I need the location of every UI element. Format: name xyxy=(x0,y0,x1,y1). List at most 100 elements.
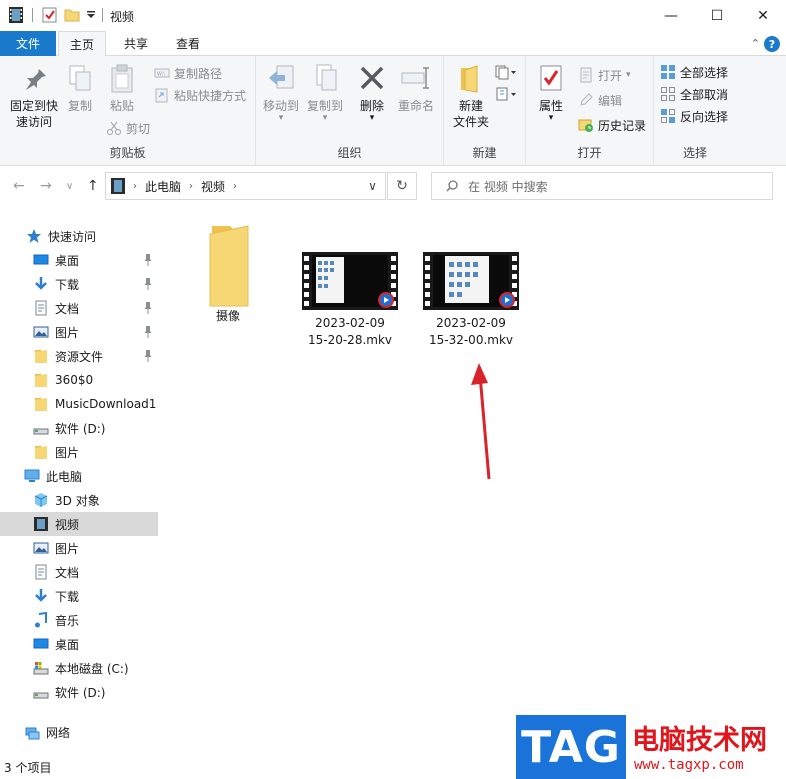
customize-toolbar-dropdown-icon[interactable] xyxy=(86,11,96,19)
nav-quick-access-item[interactable]: 360$0 xyxy=(0,368,158,392)
nav-item-label: 软件 (D:) xyxy=(55,685,106,700)
nav-this-pc-item[interactable]: 桌面 xyxy=(0,632,158,656)
video-file-name-time: 15-20-28.mkv xyxy=(307,333,393,347)
edit-icon xyxy=(580,93,593,106)
close-button[interactable]: ✕ xyxy=(740,0,786,31)
delete-button[interactable]: 删除 ▾ xyxy=(354,62,390,123)
paste-button[interactable]: 粘贴 xyxy=(104,62,140,114)
ribbon-collapse-icon[interactable]: ⌃ xyxy=(751,37,760,50)
edit-button[interactable]: 编辑 xyxy=(578,90,622,110)
folder-icon xyxy=(35,350,47,363)
network-icon xyxy=(25,727,40,740)
tab-file[interactable]: 文件 xyxy=(0,31,56,56)
back-arrow-icon[interactable]: ← xyxy=(13,178,25,194)
system-drive-icon xyxy=(33,662,49,675)
organize-group: 移动到 ▾ 复制到 ▾ 删除 ▾ 重命名 组织 xyxy=(256,56,444,166)
watermark-url: www.tagxp.com xyxy=(634,757,744,773)
folder-name: 摄像 xyxy=(215,309,240,323)
nav-this-pc-item[interactable]: 下载 xyxy=(0,584,158,608)
ribbon-tabs: 文件 主页 共享 查看 ⌃ ? xyxy=(0,31,786,57)
nav-this-pc-item[interactable]: 3D 对象 xyxy=(0,488,158,512)
nav-this-pc-item[interactable]: 视频 xyxy=(0,512,158,536)
folder-icon xyxy=(209,225,249,307)
rename-button[interactable]: 重命名 xyxy=(394,62,438,114)
new-item-icon[interactable] xyxy=(494,64,518,80)
nav-this-pc[interactable]: 此电脑 xyxy=(0,464,158,488)
video-location-icon xyxy=(111,178,125,194)
properties-quick-icon[interactable] xyxy=(42,7,58,23)
nav-this-pc-item[interactable]: 本地磁盘 (C:) xyxy=(0,656,158,680)
nav-item-label: 图片 xyxy=(55,445,80,460)
invert-selection-icon xyxy=(661,109,675,123)
rename-icon xyxy=(401,67,429,89)
copy-path-button[interactable]: W:\ 复制路径 xyxy=(154,63,222,83)
nav-this-pc-item[interactable]: 文档 xyxy=(0,560,158,584)
properties-icon xyxy=(540,65,562,91)
nav-item-label: 本地磁盘 (C:) xyxy=(55,661,129,676)
nav-quick-access-item[interactable]: MusicDownload1 xyxy=(0,392,158,416)
copy-to-icon xyxy=(316,64,337,91)
copy-to-button[interactable]: 复制到 ▾ xyxy=(304,62,346,123)
address-history-dropdown-icon[interactable]: ∨ xyxy=(359,172,386,200)
paste-shortcut-button[interactable]: 粘贴快捷方式 xyxy=(154,85,246,105)
new-folder-button[interactable]: 新建 文件夹 xyxy=(448,62,494,130)
3d-objects-icon xyxy=(34,493,48,507)
search-input[interactable]: 在 视频 中搜索 xyxy=(431,172,773,200)
organize-group-label: 组织 xyxy=(337,146,362,160)
open-group: 属性 ▾ 打开 ▾ 编辑 历史记录 打开 xyxy=(526,56,654,166)
forward-arrow-icon[interactable]: → xyxy=(40,178,52,194)
window-title: 视频 xyxy=(110,10,135,24)
select-none-button[interactable]: 全部取消 xyxy=(660,84,728,104)
tab-home[interactable]: 主页 xyxy=(58,31,106,57)
nav-quick-access-item[interactable]: 图片 xyxy=(0,440,158,464)
invert-selection-button[interactable]: 反向选择 xyxy=(660,106,728,126)
breadcrumb-this-pc[interactable]: 此电脑 xyxy=(145,178,181,195)
clipboard-group-label: 剪贴板 xyxy=(109,146,146,160)
video-file-name-date: 2023-02-09 xyxy=(436,316,506,330)
pin-quick-access-button[interactable]: 固定到快 速访问 xyxy=(6,62,62,130)
recent-locations-chevron-icon[interactable]: ∨ xyxy=(66,181,73,192)
new-group: 新建 文件夹 新建 xyxy=(444,56,526,166)
maximize-button[interactable]: ☐ xyxy=(694,0,740,31)
nav-quick-access-item[interactable]: 桌面 xyxy=(0,248,158,272)
nav-quick-access-item[interactable]: 资源文件 xyxy=(0,344,158,368)
nav-item-label: 软件 (D:) xyxy=(55,421,106,436)
up-arrow-icon[interactable]: ↑ xyxy=(87,178,99,194)
history-button[interactable]: 历史记录 xyxy=(578,115,646,135)
cut-button[interactable]: 剪切 xyxy=(106,118,150,138)
video-folder-icon xyxy=(9,7,23,23)
video-file-name-date: 2023-02-09 xyxy=(315,316,385,330)
nav-quick-access-item[interactable]: 下载 xyxy=(0,272,158,296)
video-file-name-time: 15-32-00.mkv xyxy=(428,333,514,347)
new-folder-quick-icon[interactable] xyxy=(64,7,80,23)
nav-this-pc-item[interactable]: 音乐 xyxy=(0,608,158,632)
nav-quick-access-item[interactable]: 软件 (D:) xyxy=(0,416,158,440)
move-to-button[interactable]: 移动到 ▾ xyxy=(260,62,302,123)
properties-button[interactable]: 属性 ▾ xyxy=(532,62,570,123)
nav-this-pc-item[interactable]: 图片 xyxy=(0,536,158,560)
nav-this-pc-item[interactable]: 软件 (D:) xyxy=(0,680,158,704)
copy-button[interactable]: 复制 xyxy=(62,62,98,114)
nav-quick-access-item[interactable]: 文档 xyxy=(0,296,158,320)
desktop-icon xyxy=(33,254,49,265)
address-bar[interactable]: › 此电脑 › 视频 › xyxy=(105,172,386,200)
minimize-button[interactable]: — xyxy=(648,0,694,31)
video-thumbnail-icon xyxy=(423,252,519,310)
tab-view[interactable]: 查看 xyxy=(166,31,210,56)
folder-item[interactable]: 摄像 xyxy=(180,224,276,325)
video-file-item[interactable]: 2023-02-09 15-20-28.mkv xyxy=(300,252,400,349)
easy-access-icon[interactable] xyxy=(494,86,518,102)
nav-network[interactable]: 网络 xyxy=(0,720,158,744)
select-all-button[interactable]: 全部选择 xyxy=(660,62,728,82)
pin-icon xyxy=(144,278,152,290)
drive-icon xyxy=(33,692,49,699)
video-file-item[interactable]: 2023-02-09 15-32-00.mkv xyxy=(421,252,521,349)
refresh-button[interactable]: ↻ xyxy=(387,172,417,200)
nav-quick-access[interactable]: 快速访问 xyxy=(0,224,158,248)
nav-item-label: 3D 对象 xyxy=(55,493,100,508)
tab-share[interactable]: 共享 xyxy=(114,31,158,56)
open-button[interactable]: 打开 ▾ xyxy=(578,65,631,85)
breadcrumb-videos[interactable]: 视频 xyxy=(201,178,225,195)
help-button[interactable]: ? xyxy=(764,36,780,52)
nav-quick-access-item[interactable]: 图片 xyxy=(0,320,158,344)
